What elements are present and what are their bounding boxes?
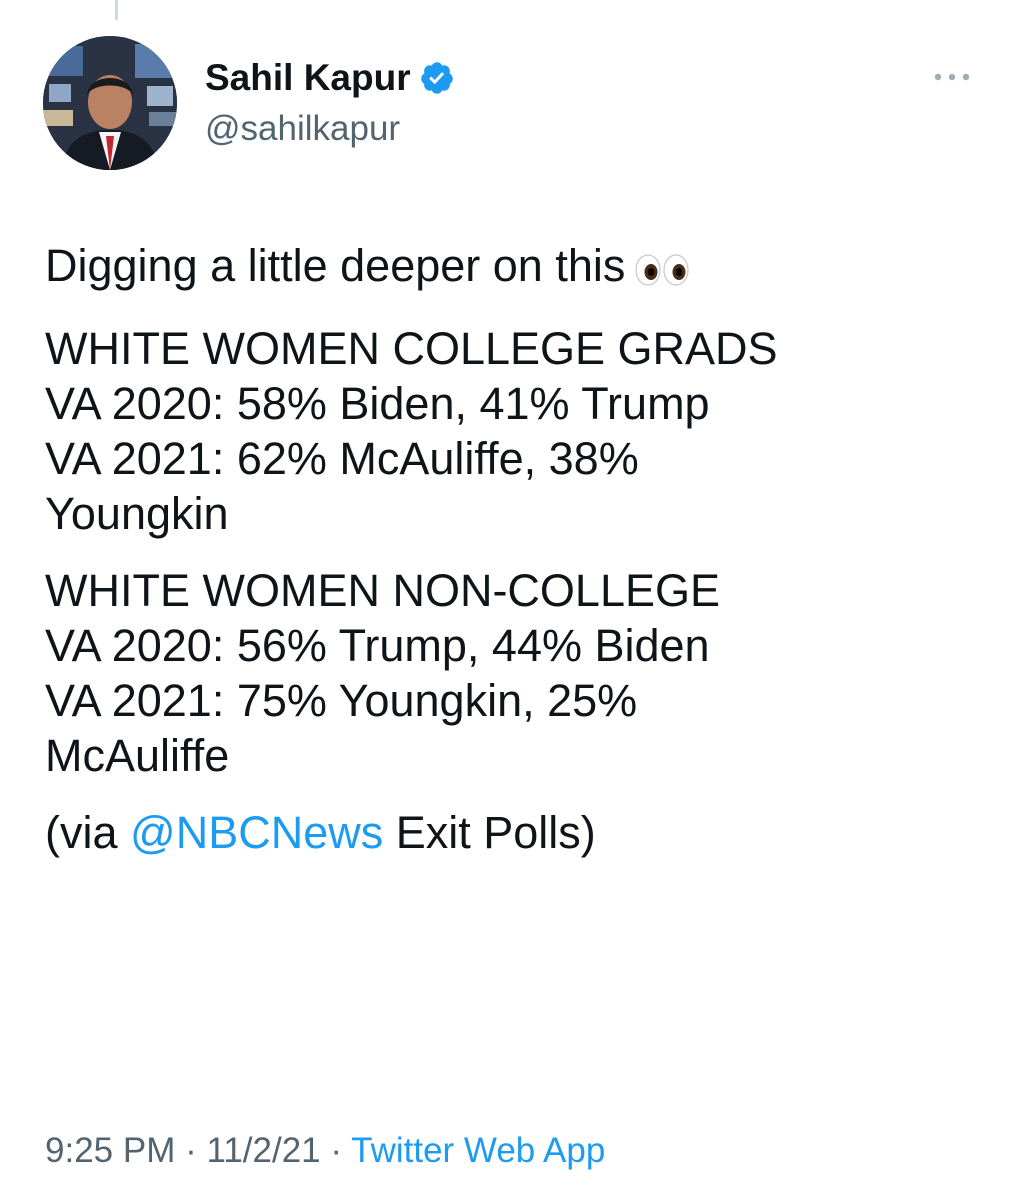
non-college-2021-line: VA 2021: 75% Youngkin, 25% [45,675,638,726]
college-grads-paragraph: WHITE WOMEN COLLEGE GRADS VA 2020: 58% B… [45,321,985,541]
avatar-photo [43,36,177,170]
meta-separator: · [175,1131,207,1170]
college-grads-2020-line: VA 2020: 58% Biden, 41% Trump [45,378,710,429]
non-college-heading: WHITE WOMEN NON-COLLEGE [45,565,721,616]
tweet-intro-paragraph: Digging a little deeper on this [45,238,985,299]
author-handle[interactable]: @sahilkapur [205,108,400,150]
author-name-row[interactable]: Sahil Kapur [205,56,455,100]
eyes-emoji-icon [635,244,689,299]
tweet-date[interactable]: 11/2/21 [206,1131,320,1170]
non-college-2020-line: VA 2020: 56% Trump, 44% Biden [45,620,710,671]
source-line: (via @NBCNews Exit Polls) [45,805,985,860]
source-paragraph: (via @NBCNews Exit Polls) [45,805,985,860]
college-grads-2021-line-cont: Youngkin [45,488,229,539]
thread-connector-line [115,0,118,20]
more-options-icon[interactable] [930,62,974,92]
verified-badge-icon [419,60,455,96]
nbcnews-mention-link[interactable]: @NBCNews [130,807,383,858]
source-suffix: Exit Polls) [383,807,596,858]
non-college-2021-line-cont: McAuliffe [45,730,230,781]
tweet-intro-line: Digging a little deeper on this [45,238,985,299]
tweet-metadata: 9:25 PM · 11/2/21 · Twitter Web App [45,1128,605,1174]
tweet-text: Digging a little deeper on this WHITE WO… [45,238,985,882]
tweet-intro-text: Digging a little deeper on this [45,240,626,291]
tweet-time[interactable]: 9:25 PM [45,1131,175,1170]
avatar[interactable] [43,36,177,170]
tweet-client-link[interactable]: Twitter Web App [351,1131,605,1170]
source-prefix: (via [45,807,131,858]
college-grads-heading: WHITE WOMEN COLLEGE GRADS [45,323,778,374]
non-college-paragraph: WHITE WOMEN NON-COLLEGE VA 2020: 56% Tru… [45,563,985,783]
college-grads-2021-line: VA 2021: 62% McAuliffe, 38% [45,433,639,484]
meta-separator: · [320,1131,352,1170]
author-display-name[interactable]: Sahil Kapur [205,56,411,100]
